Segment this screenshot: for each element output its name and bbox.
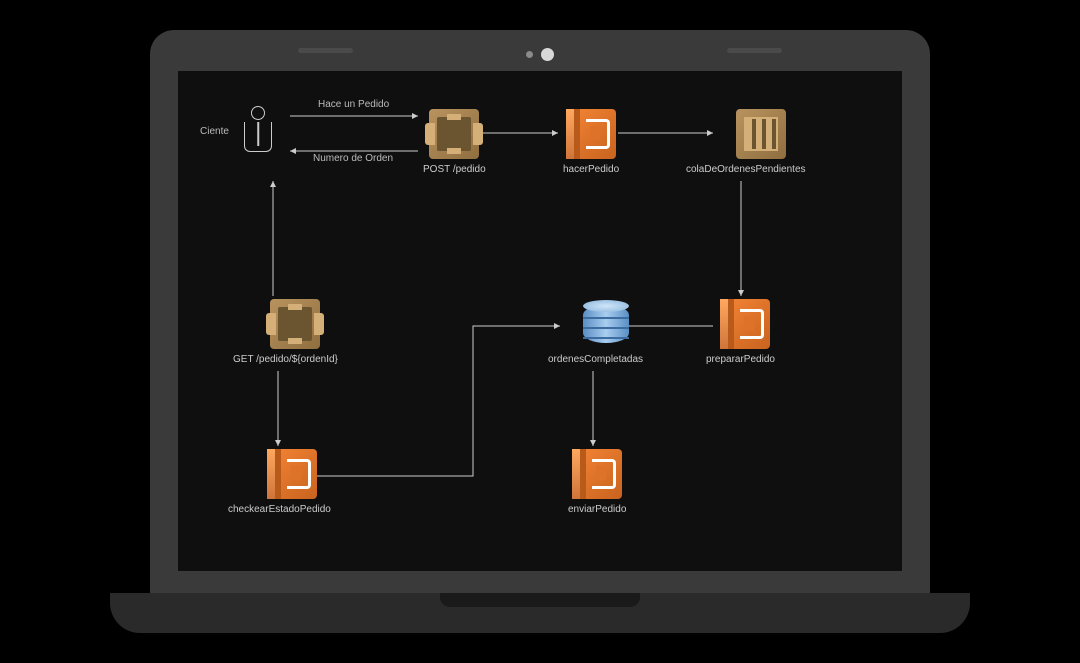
node-get-pedido: GET /pedido/${ordenId} xyxy=(253,299,338,365)
laptop-base xyxy=(110,593,970,633)
speaker-left xyxy=(298,48,353,53)
sqs-icon xyxy=(736,109,786,159)
hacer-pedido-label: hacerPedido xyxy=(563,164,619,175)
preparar-pedido-label: prepararPedido xyxy=(706,354,775,365)
sensor-dot xyxy=(526,51,533,58)
laptop-frame: Ciente Hace un Pedido Numero de Orden PO… xyxy=(150,30,930,593)
edge-hace-pedido: Hace un Pedido xyxy=(318,99,389,110)
edge-numero-orden: Numero de Orden xyxy=(313,153,393,164)
camera-icon xyxy=(541,48,554,61)
camera-bar xyxy=(178,48,902,61)
laptop-mockup: Ciente Hace un Pedido Numero de Orden PO… xyxy=(150,30,930,633)
apigateway-icon xyxy=(429,109,479,159)
lambda-icon xyxy=(572,449,622,499)
cola-label: colaDeOrdenesPendientes xyxy=(686,164,806,175)
checkear-estado-label: checkearEstadoPedido xyxy=(228,504,331,515)
enviar-pedido-label: enviarPedido xyxy=(568,504,626,515)
node-client xyxy=(243,106,273,156)
speaker-right xyxy=(727,48,782,53)
user-icon xyxy=(243,106,273,156)
lambda-icon xyxy=(267,449,317,499)
node-post-pedido: POST /pedido xyxy=(423,109,486,175)
node-hacer-pedido: hacerPedido xyxy=(563,109,619,175)
dynamodb-icon xyxy=(583,299,629,349)
client-label: Ciente xyxy=(200,126,229,137)
apigateway-icon xyxy=(270,299,320,349)
get-pedido-label: GET /pedido/${ordenId} xyxy=(233,354,338,365)
post-pedido-label: POST /pedido xyxy=(423,164,486,175)
node-ordenes-completadas: ordenesCompletadas xyxy=(568,299,643,365)
lambda-icon xyxy=(720,299,770,349)
lambda-icon xyxy=(566,109,616,159)
ordenes-completadas-label: ordenesCompletadas xyxy=(548,354,643,365)
node-checkear-estado: checkearEstadoPedido xyxy=(253,449,331,515)
node-cola-pendientes: colaDeOrdenesPendientes xyxy=(716,109,806,175)
screen: Ciente Hace un Pedido Numero de Orden PO… xyxy=(178,71,902,571)
laptop-notch xyxy=(440,593,640,607)
node-enviar-pedido: enviarPedido xyxy=(568,449,626,515)
node-preparar-pedido: prepararPedido xyxy=(716,299,775,365)
